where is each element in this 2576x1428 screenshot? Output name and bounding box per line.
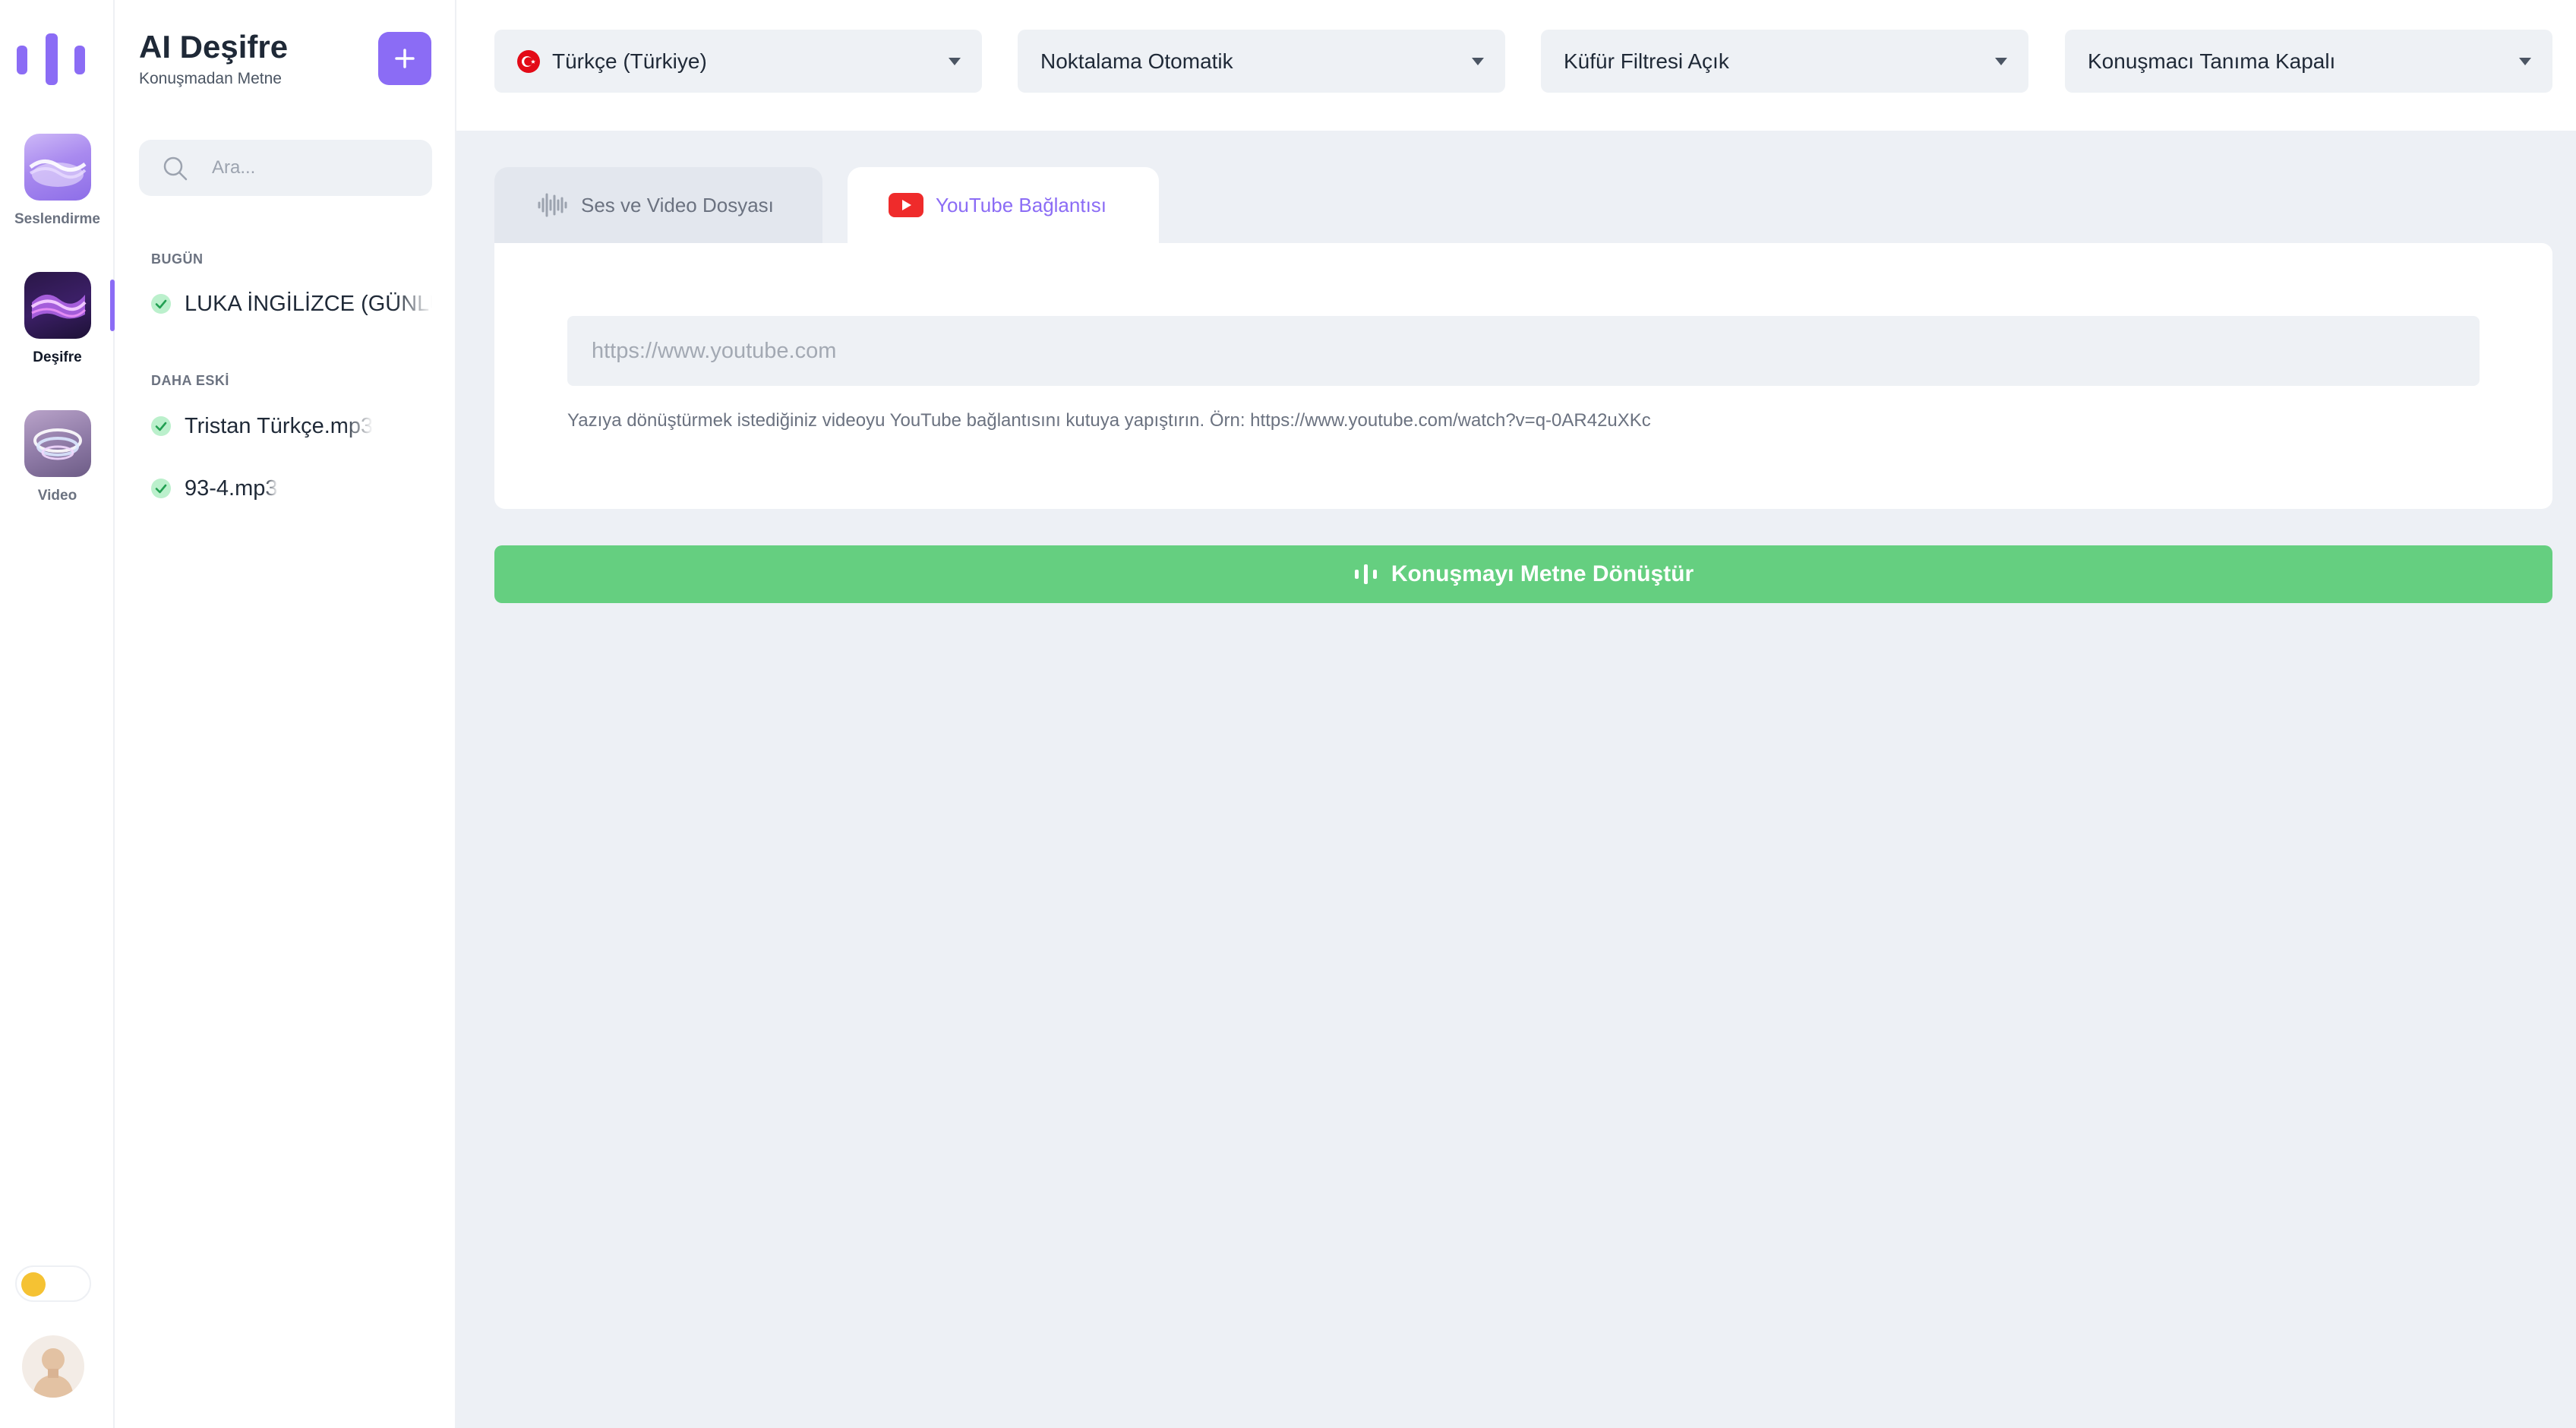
youtube-link-card: Yazıya dönüştürmek istediğiniz videoyu Y… [494,243,2552,509]
new-transcription-button[interactable] [378,32,431,85]
punctuation-value: Noktalama Otomatik [1040,49,1233,73]
search-box[interactable] [139,140,432,196]
youtube-url-input[interactable] [567,316,2480,386]
speaker-detection-value: Konuşmacı Tanıma Kapalı [2088,49,2336,73]
tab-label: YouTube Bağlantısı [936,193,1107,216]
voice-wave-icon [24,134,91,201]
conversation-name: Tristan Türkçe.mp3 [185,413,374,438]
rail-item-seslendirme[interactable]: Seslendirme [0,134,115,228]
section-label-older: DAHA ESKİ [151,373,229,388]
speaker-detection-select[interactable]: Konuşmacı Tanıma Kapalı [2065,30,2552,93]
bars-logo-icon[interactable] [17,33,88,85]
main-area: Türkçe (Türkiye) Noktalama Otomatik Küfü… [456,0,2576,1428]
language-select[interactable]: Türkçe (Türkiye) [494,30,982,93]
theme-toggle[interactable] [15,1265,91,1302]
conversation-item[interactable]: LUKA İNGİLİZCE (GÜNLÜK) [151,285,432,323]
check-circle-icon [151,479,171,498]
video-swirl-icon [24,410,91,477]
chevron-down-icon [949,58,961,65]
profanity-filter-select[interactable]: Küfür Filtresi Açık [1541,30,2028,93]
app-window: Seslendirme Deşifre Video AI Deşifre Kon… [0,0,2576,1428]
conversation-name: 93-4.mp3 [185,475,278,501]
tab-audio-video-file[interactable]: Ses ve Video Dosyası [494,167,822,243]
user-avatar-icon[interactable] [22,1335,84,1398]
rail-item-video[interactable]: Video [0,410,115,504]
convert-button-label: Konuşmayı Metne Dönüştür [1391,561,1694,586]
turkey-flag-icon [517,49,540,73]
search-icon [163,156,188,181]
check-circle-icon [151,416,171,436]
chevron-down-icon [1995,58,2007,65]
punctuation-select[interactable]: Noktalama Otomatik [1018,30,1505,93]
conversation-item[interactable]: 93-4.mp3 [151,469,432,507]
check-circle-icon [151,294,171,314]
sun-icon [21,1272,46,1297]
conversations-panel: AI Deşifre Konuşmadan Metne BUGÜN LUKA İ… [115,0,456,1428]
conversation-name: LUKA İNGİLİZCE (GÜNLÜK) [185,291,432,316]
youtube-hint-text: Yazıya dönüştürmek istediğiniz videoyu Y… [567,410,1651,431]
search-input[interactable] [212,140,417,196]
transcribe-wave-icon [24,272,91,339]
app-rail: Seslendirme Deşifre Video [0,0,115,1428]
chevron-down-icon [1472,58,1484,65]
waveform-icon [1354,564,1377,584]
language-value: Türkçe (Türkiye) [552,49,707,73]
section-label-today: BUGÜN [151,251,204,267]
options-bar: Türkçe (Türkiye) Noktalama Otomatik Küfü… [456,0,2576,131]
tab-youtube-link[interactable]: YouTube Bağlantısı [848,167,1159,243]
profanity-filter-value: Küfür Filtresi Açık [1564,49,1729,73]
plus-icon [395,49,415,68]
audio-wave-icon [538,193,567,217]
rail-label: Seslendirme [14,211,100,227]
rail-item-desifre[interactable]: Deşifre [0,272,115,366]
conversation-item[interactable]: Tristan Türkçe.mp3 [151,407,432,445]
convert-speech-to-text-button[interactable]: Konuşmayı Metne Dönüştür [494,545,2552,603]
rail-label: Video [37,488,77,504]
tab-label: Ses ve Video Dosyası [581,193,774,216]
rail-label: Deşifre [33,349,82,365]
page-title: AI Deşifre [139,29,289,65]
youtube-icon [889,193,923,217]
page-subtitle: Konuşmadan Metne [139,70,282,87]
chevron-down-icon [2519,58,2531,65]
